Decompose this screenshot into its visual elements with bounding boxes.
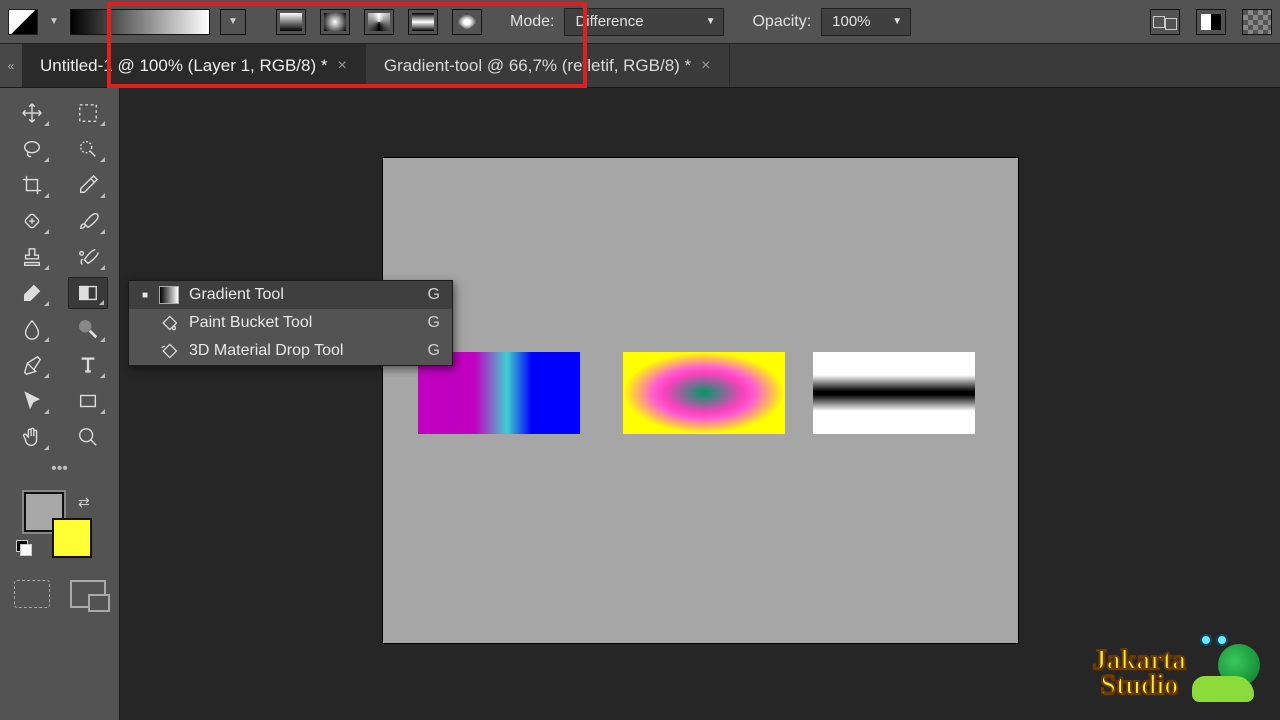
mode-label: Mode: xyxy=(510,13,554,31)
gradient-picker-chevron[interactable]: ▼ xyxy=(220,9,246,35)
path-select-tool[interactable] xyxy=(12,385,52,417)
zoom-tool[interactable] xyxy=(68,421,108,453)
eyedropper-tool[interactable] xyxy=(68,169,108,201)
close-icon[interactable]: × xyxy=(338,57,347,75)
opacity-value: 100% xyxy=(832,13,870,30)
mode-select[interactable]: Difference ▼ xyxy=(564,8,724,36)
background-color[interactable] xyxy=(52,518,92,558)
document-tab[interactable]: Untitled-1 @ 100% (Layer 1, RGB/8) * × xyxy=(22,44,366,87)
context-item-label: Gradient Tool xyxy=(189,286,284,304)
watermark: Jakarta Studio xyxy=(1093,640,1262,706)
lasso-tool[interactable] xyxy=(12,133,52,165)
snail-mascot-icon xyxy=(1192,640,1262,706)
gradient-sample-radial xyxy=(623,352,785,434)
history-brush-tool[interactable] xyxy=(68,241,108,273)
material-drop-icon xyxy=(159,342,179,360)
chevron-down-icon: ▼ xyxy=(706,16,716,27)
context-item-shortcut: G xyxy=(428,314,440,332)
context-item-shortcut: G xyxy=(428,286,440,304)
mode-value: Difference xyxy=(575,13,643,30)
gradient-type-angle[interactable] xyxy=(364,9,394,35)
tool-context-menu: ■ Gradient Tool G Paint Bucket Tool G 3D… xyxy=(128,280,453,366)
collapse-panels-icon[interactable]: « xyxy=(0,44,22,87)
dither-toggle-icon[interactable] xyxy=(1196,9,1226,35)
gradient-tool[interactable] xyxy=(68,277,108,309)
quick-select-tool[interactable] xyxy=(68,133,108,165)
context-menu-item[interactable]: Paint Bucket Tool G xyxy=(129,309,452,337)
chevron-down-icon: ▼ xyxy=(892,16,902,27)
document-tab-title: Gradient-tool @ 66,7% (refletif, RGB/8) … xyxy=(384,56,691,76)
options-bar: ▼ ▼ Mode: Difference ▼ Opacity: 100% ▼ xyxy=(0,0,1280,44)
bucket-icon xyxy=(159,314,179,332)
dodge-tool[interactable] xyxy=(68,313,108,345)
canvas-viewport[interactable] xyxy=(120,88,1280,720)
pen-tool[interactable] xyxy=(12,349,52,381)
watermark-line2: Studio xyxy=(1093,673,1186,698)
type-tool[interactable] xyxy=(68,349,108,381)
toolbox-more[interactable]: ••• xyxy=(6,460,113,476)
context-menu-item[interactable]: ■ Gradient Tool G xyxy=(129,281,452,309)
brush-tool[interactable] xyxy=(68,205,108,237)
gradient-icon xyxy=(159,286,179,304)
screen-mode-toggle[interactable] xyxy=(70,580,106,608)
canvas[interactable] xyxy=(383,158,1018,643)
document-tab[interactable]: Gradient-tool @ 66,7% (refletif, RGB/8) … xyxy=(366,44,730,87)
document-tab-bar: « Untitled-1 @ 100% (Layer 1, RGB/8) * ×… xyxy=(0,44,1280,88)
context-item-shortcut: G xyxy=(428,342,440,360)
tool-preset-chevron[interactable]: ▼ xyxy=(48,16,60,27)
move-tool[interactable] xyxy=(12,97,52,129)
marquee-tool[interactable] xyxy=(68,97,108,129)
opacity-label: Opacity: xyxy=(752,13,811,31)
main-area: ••• ⇄ xyxy=(0,88,1280,720)
opacity-select[interactable]: 100% ▼ xyxy=(821,8,911,36)
color-swatches: ⇄ xyxy=(6,492,113,562)
default-colors-icon[interactable] xyxy=(16,540,32,556)
options-right-icons xyxy=(1150,9,1272,35)
gradient-type-diamond[interactable] xyxy=(452,9,482,35)
gradient-preview[interactable] xyxy=(70,9,210,35)
gradient-sample-reflected xyxy=(813,352,975,434)
blur-tool[interactable] xyxy=(12,313,52,345)
swap-colors-icon[interactable]: ⇄ xyxy=(78,494,90,511)
eraser-tool[interactable] xyxy=(12,277,52,309)
transparency-toggle-icon[interactable] xyxy=(1242,9,1272,35)
gradient-type-group xyxy=(276,9,482,35)
toolbox: ••• ⇄ xyxy=(0,88,120,720)
gradient-type-reflected[interactable] xyxy=(408,9,438,35)
selected-marker-icon: ■ xyxy=(141,290,149,301)
hand-tool[interactable] xyxy=(12,421,52,453)
document-tab-title: Untitled-1 @ 100% (Layer 1, RGB/8) * xyxy=(40,56,328,76)
quick-mask-toggle[interactable] xyxy=(14,580,50,608)
crop-tool[interactable] xyxy=(12,169,52,201)
close-icon[interactable]: × xyxy=(701,57,710,75)
context-item-label: 3D Material Drop Tool xyxy=(189,342,343,360)
gradient-type-linear[interactable] xyxy=(276,9,306,35)
tool-preset-swatch[interactable] xyxy=(8,9,38,35)
gradient-type-radial[interactable] xyxy=(320,9,350,35)
stamp-tool[interactable] xyxy=(12,241,52,273)
healing-tool[interactable] xyxy=(12,205,52,237)
watermark-text: Jakarta Studio xyxy=(1093,648,1186,698)
context-menu-item[interactable]: 3D Material Drop Tool G xyxy=(129,337,452,365)
reverse-toggle-icon[interactable] xyxy=(1150,9,1180,35)
shape-tool[interactable] xyxy=(68,385,108,417)
context-item-label: Paint Bucket Tool xyxy=(189,314,312,332)
